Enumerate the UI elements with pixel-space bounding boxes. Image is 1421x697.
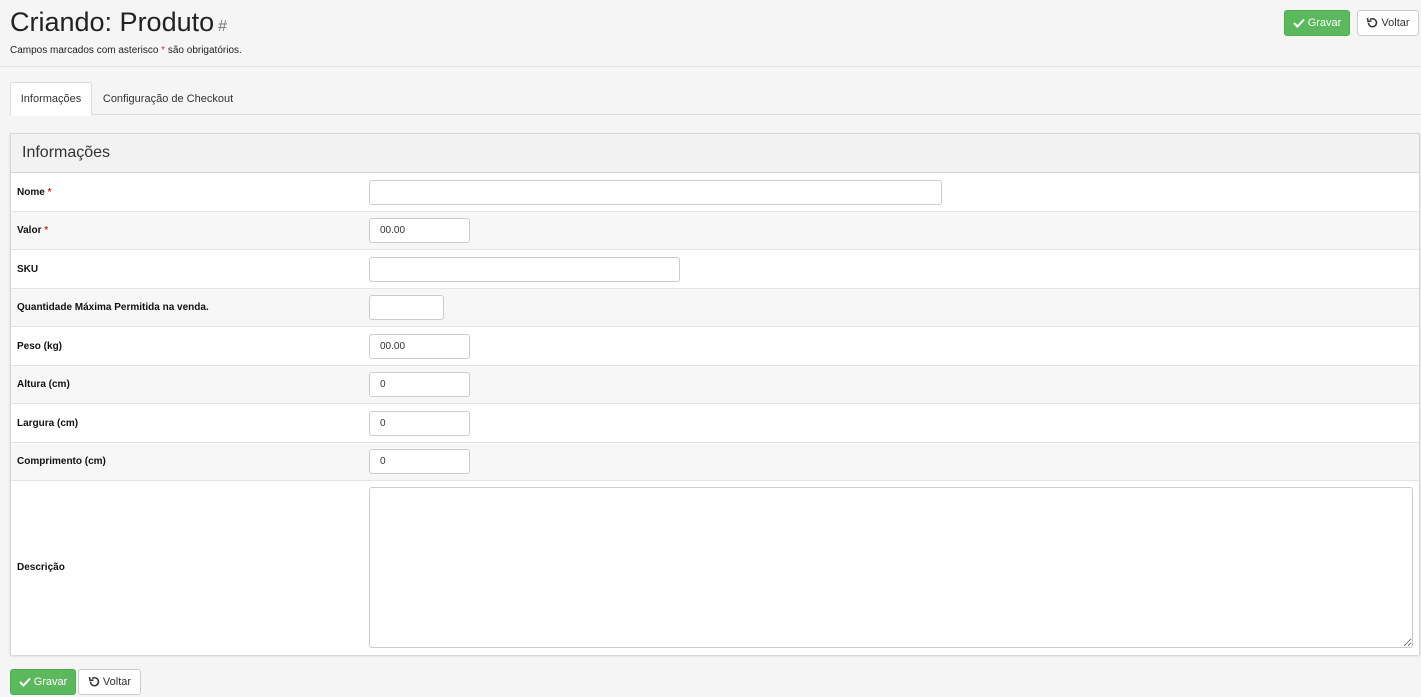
tab-bar: Informações Configuração de Checkout bbox=[10, 82, 1421, 116]
comprimento-input[interactable] bbox=[369, 449, 470, 474]
undo-icon bbox=[1367, 17, 1378, 28]
sku-input[interactable] bbox=[369, 257, 680, 282]
field-label-sku: SKU bbox=[17, 264, 39, 275]
tab-informacoes-label: Informações bbox=[20, 93, 82, 105]
field-label-valor-text: Valor bbox=[17, 225, 42, 236]
field-label-quantidade-maxima: Quantidade Máxima Permitida na venda. bbox=[17, 302, 209, 313]
panel-title: Informações bbox=[22, 144, 111, 161]
descricao-textarea[interactable] bbox=[369, 487, 1413, 648]
field-row-sku: SKU bbox=[11, 250, 1419, 289]
field-row-descricao: Descrição bbox=[11, 481, 1419, 655]
required-marker: * bbox=[47, 187, 52, 198]
note-prefix: Campos marcados com asterisco bbox=[10, 45, 162, 56]
back-button-bottom[interactable]: Voltar bbox=[78, 669, 141, 695]
field-label-nome-text: Nome bbox=[17, 187, 45, 198]
check-icon bbox=[1292, 18, 1305, 28]
informacoes-panel: Informações Nome * Valor * SKU Quantidad… bbox=[10, 133, 1420, 655]
valor-input[interactable] bbox=[369, 218, 470, 243]
field-label-altura: Altura (cm) bbox=[17, 379, 70, 390]
page-header: Criando: Produto # Campos marcados com as… bbox=[0, 0, 1421, 67]
largura-input[interactable] bbox=[369, 411, 470, 436]
back-button-label: Voltar bbox=[1381, 16, 1410, 29]
tab-checkout-label: Configuração de Checkout bbox=[102, 92, 234, 105]
field-row-altura: Altura (cm) bbox=[11, 366, 1419, 404]
save-button-bottom[interactable]: Gravar bbox=[10, 669, 76, 695]
page: Criando: Produto # Campos marcados com as… bbox=[0, 0, 1421, 697]
field-label-comprimento: Comprimento (cm) bbox=[17, 456, 106, 467]
back-button-top[interactable]: Voltar bbox=[1357, 10, 1419, 36]
field-label-valor: Valor * bbox=[17, 225, 48, 236]
page-title-text: Criando: Produto bbox=[10, 7, 215, 37]
field-row-quantidade-maxima: Quantidade Máxima Permitida na venda. bbox=[11, 289, 1419, 327]
page-title: Criando: Produto # bbox=[10, 5, 227, 44]
tab-informacoes[interactable]: Informações bbox=[10, 82, 92, 116]
altura-input[interactable] bbox=[369, 372, 470, 397]
required-fields-note: Campos marcados com asterisco * são obri… bbox=[10, 45, 242, 56]
field-row-nome: Nome * bbox=[11, 173, 1419, 212]
hash-icon: # bbox=[218, 18, 228, 35]
tab-configuracao-checkout[interactable]: Configuração de Checkout bbox=[92, 82, 244, 115]
panel-heading: Informações bbox=[11, 134, 1419, 173]
nome-input[interactable] bbox=[369, 180, 942, 205]
check-icon bbox=[18, 677, 31, 687]
required-marker: * bbox=[44, 225, 49, 236]
field-row-peso: Peso (kg) bbox=[11, 327, 1419, 366]
back-button-label: Voltar bbox=[102, 675, 132, 688]
note-suffix: são obrigatórios. bbox=[165, 45, 242, 56]
field-row-largura: Largura (cm) bbox=[11, 404, 1419, 443]
save-button-top[interactable]: Gravar bbox=[1284, 10, 1350, 36]
field-label-largura: Largura (cm) bbox=[17, 418, 79, 429]
quantidade-maxima-input[interactable] bbox=[369, 295, 444, 320]
field-label-nome: Nome * bbox=[17, 187, 51, 198]
save-button-label: Gravar bbox=[1307, 16, 1342, 29]
field-row-comprimento: Comprimento (cm) bbox=[11, 443, 1419, 481]
field-label-peso: Peso (kg) bbox=[17, 341, 63, 352]
save-button-label: Gravar bbox=[33, 675, 68, 688]
field-row-valor: Valor * bbox=[11, 212, 1419, 250]
field-label-descricao: Descrição bbox=[17, 562, 65, 573]
undo-icon bbox=[88, 676, 100, 687]
peso-input[interactable] bbox=[369, 334, 470, 359]
